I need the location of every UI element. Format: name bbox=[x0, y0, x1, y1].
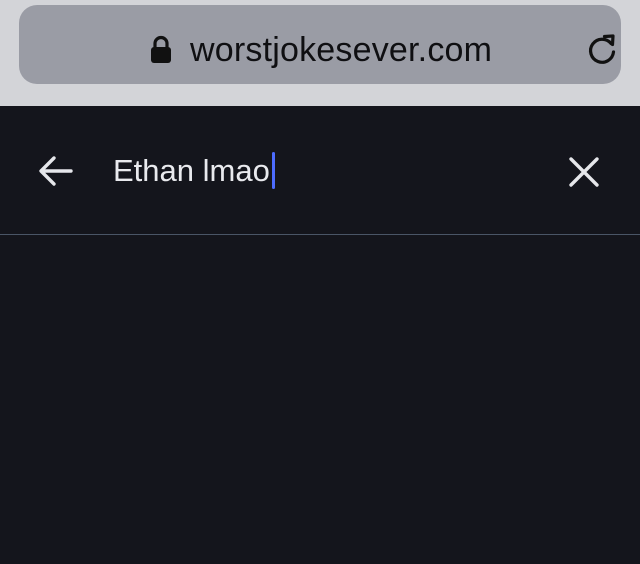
header-divider bbox=[0, 234, 640, 235]
address-bar[interactable]: worstjokesever.com bbox=[19, 5, 621, 84]
lock-icon bbox=[149, 35, 173, 65]
search-input[interactable] bbox=[112, 146, 533, 196]
arrow-left-icon[interactable] bbox=[36, 151, 76, 191]
app-view bbox=[0, 106, 640, 564]
url-text[interactable]: worstjokesever.com bbox=[190, 27, 492, 73]
browser-toolbar: worstjokesever.com bbox=[0, 0, 640, 106]
text-cursor bbox=[272, 152, 275, 189]
reload-icon[interactable] bbox=[584, 32, 620, 68]
search-header bbox=[0, 106, 640, 234]
close-icon[interactable] bbox=[566, 154, 602, 190]
search-results-area bbox=[0, 236, 640, 564]
